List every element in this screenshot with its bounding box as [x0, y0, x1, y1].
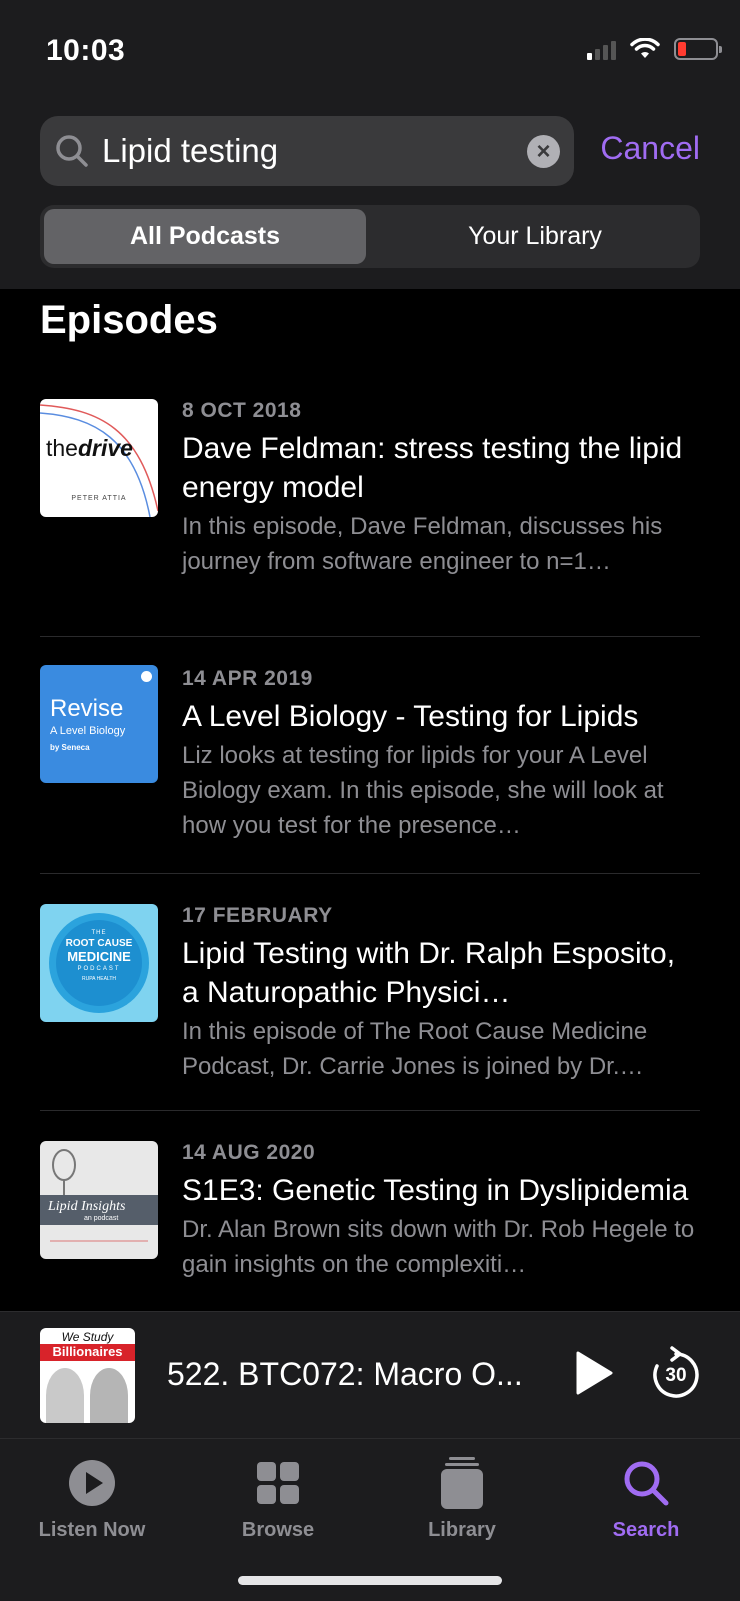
artwork-line: We Study [61, 1330, 114, 1344]
episode-description: In this episode of The Root Cause Medici… [182, 1018, 648, 1080]
episode-artwork: thedrive PETER ATTIA [40, 399, 158, 517]
artwork-subtitle: A Level Biology [50, 725, 126, 737]
artwork-sub: an [84, 1215, 92, 1222]
mini-player[interactable]: We Study Billionaires 522. BTC072: Macro… [0, 1311, 740, 1438]
skip-forward-button[interactable]: 30 [650, 1346, 702, 1402]
episode-title: Dave Feldman: stress testing the lipid e… [182, 432, 683, 504]
cancel-button[interactable]: Cancel [600, 130, 700, 167]
tab-browse[interactable]: Browse [193, 1453, 363, 1542]
now-playing-title: 522. BTC072: Macro O... [167, 1356, 523, 1392]
artwork-badge-icon [141, 671, 152, 682]
episode-description: Liz looks at testing for lipids for your… [182, 742, 664, 839]
artwork-line: ROOT CAUSE [65, 938, 133, 949]
section-title: Episodes [40, 298, 218, 342]
status-time: 10:03 [46, 34, 126, 67]
tab-label: Search [612, 1519, 680, 1541]
tab-library[interactable]: Library [377, 1453, 547, 1542]
episode-date: 8 OCT 2018 [182, 399, 302, 422]
tab-label: Library [428, 1519, 496, 1541]
skip-seconds: 30 [665, 1365, 687, 1386]
tab-listen-now[interactable]: Listen Now [7, 1453, 177, 1542]
episode-row[interactable]: Revise A Level Biology by Seneca 14 APR … [40, 636, 700, 873]
artwork-line: RUPA HEALTH [82, 976, 116, 982]
segment-all-podcasts[interactable]: All Podcasts [44, 209, 366, 264]
episode-title: A Level Biology - Testing for Lipids [182, 700, 639, 733]
episode-title: S1E3: Genetic Testing in Dyslipidemia [182, 1174, 689, 1207]
episode-title: Lipid Testing with Dr. Ralph Esposito, a… [182, 937, 676, 1009]
search-icon [56, 135, 88, 167]
episode-description: In this episode, Dave Feldman, discusses… [182, 513, 663, 575]
play-button[interactable] [574, 1350, 614, 1396]
wifi-icon [630, 38, 660, 58]
clear-search-button[interactable]: × [527, 135, 560, 168]
artwork-brand-suffix: drive [77, 435, 133, 461]
search-icon [624, 1461, 669, 1506]
cellular-signal-icon [587, 38, 616, 60]
header-bar: 10:03 Lipid testing × Cancel All Podcast… [0, 0, 740, 289]
grid-icon [257, 1462, 299, 1504]
episode-list: thedrive PETER ATTIA 8 OCT 2018 Dave Fel… [40, 399, 700, 1347]
artwork-byline: by Seneca [50, 743, 90, 752]
status-indicators [587, 38, 722, 60]
episode-date: 17 FEBRUARY [182, 904, 333, 927]
artwork-line: MEDICINE [67, 949, 131, 964]
episode-artwork: Revise A Level Biology by Seneca [40, 665, 158, 783]
tab-label: Listen Now [38, 1519, 146, 1541]
segment-your-library[interactable]: Your Library [374, 209, 696, 264]
tab-search[interactable]: Search [561, 1453, 731, 1542]
artwork-title: Lipid Insights [48, 1199, 126, 1214]
artwork-brand-prefix: the [46, 435, 78, 461]
episode-date: 14 APR 2019 [182, 667, 313, 690]
episode-row[interactable]: thedrive PETER ATTIA 8 OCT 2018 Dave Fel… [40, 399, 700, 636]
tab-label: Browse [241, 1519, 315, 1541]
episode-artwork: Lipid Insights an podcast [40, 1141, 158, 1259]
artwork-host: PETER ATTIA [71, 495, 127, 502]
episode-row[interactable]: THE ROOT CAUSE MEDICINE PODCAST RUPA HEA… [40, 873, 700, 1110]
now-playing-artwork: We Study Billionaires [40, 1328, 135, 1423]
artwork-title: Revise [50, 695, 124, 722]
play-circle-icon [69, 1460, 115, 1506]
artwork-line: Billionaires [40, 1344, 135, 1361]
battery-icon [674, 38, 722, 60]
episode-description: Dr. Alan Brown sits down with Dr. Rob He… [182, 1216, 695, 1278]
stack-icon [441, 1457, 483, 1509]
episode-date: 14 AUG 2020 [182, 1141, 316, 1164]
artwork-sub2: podcast [93, 1215, 119, 1222]
episode-artwork: THE ROOT CAUSE MEDICINE PODCAST RUPA HEA… [40, 904, 158, 1022]
home-indicator[interactable] [238, 1576, 502, 1585]
close-icon: × [536, 137, 551, 165]
search-scope-control: All Podcasts Your Library [40, 205, 700, 268]
artwork-line: PODCAST [77, 966, 121, 972]
search-query[interactable]: Lipid testing [102, 132, 278, 170]
search-input[interactable]: Lipid testing × [40, 116, 574, 186]
artwork-line: THE [91, 930, 107, 936]
